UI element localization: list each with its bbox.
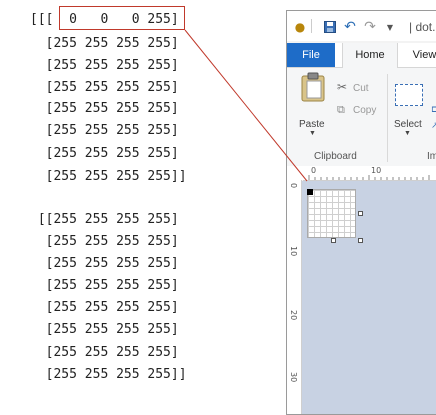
connector-line [184, 29, 308, 182]
